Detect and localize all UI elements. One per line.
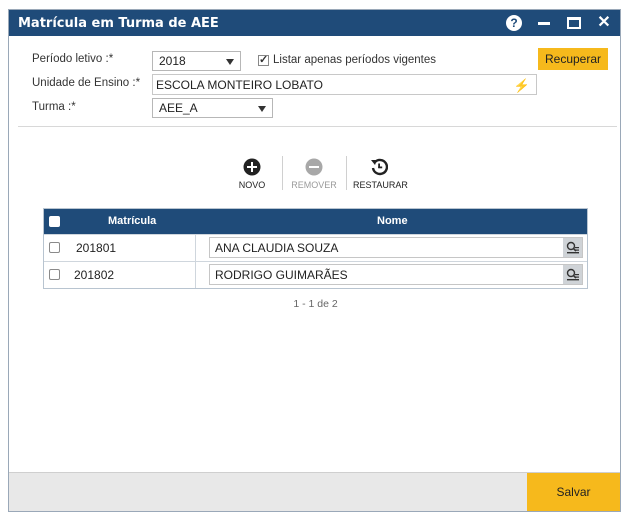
matricula-value: 201801	[76, 241, 117, 255]
toolbar-separator	[282, 156, 283, 190]
table-header: Matrícula Nome	[44, 209, 587, 234]
restore-icon	[370, 158, 388, 176]
window-title: Matrícula em Turma de AEE	[18, 16, 219, 31]
turma-label: Turma :*	[32, 101, 76, 113]
maximize-icon[interactable]	[564, 13, 584, 33]
salvar-button[interactable]: Salvar	[527, 473, 620, 511]
row-checkbox[interactable]	[49, 269, 60, 280]
listar-checkbox[interactable]	[258, 53, 269, 66]
periodo-value: 2018	[159, 54, 186, 68]
chevron-down-icon	[258, 106, 266, 112]
close-icon[interactable]: ✕	[594, 13, 614, 33]
lightning-icon[interactable]: ⚡	[514, 78, 530, 94]
remover-button[interactable]: REMOVER	[288, 158, 340, 190]
toolbar-separator	[346, 156, 347, 190]
nome-value: RODRIGO GUIMARÃES	[215, 268, 348, 282]
students-table: Matrícula Nome 201801 ANA CLAUDIA SOUZA …	[43, 208, 588, 289]
matricula-cell: 201802	[66, 262, 196, 288]
select-all-checkbox[interactable]	[49, 216, 60, 227]
unidade-label: Unidade de Ensino :*	[32, 77, 141, 89]
table-row: 201802 RODRIGO GUIMARÃES	[44, 261, 587, 288]
row-checkbox[interactable]	[49, 242, 60, 253]
matricula-value: 201802	[74, 268, 115, 282]
help-glyph: ?	[506, 15, 522, 31]
plus-circle-icon	[243, 158, 261, 176]
pagination-info: 1 - 1 de 2	[293, 298, 338, 310]
table-row: 201801 ANA CLAUDIA SOUZA	[44, 234, 587, 261]
minimize-icon[interactable]	[534, 13, 554, 33]
restaurar-label: RESTAURAR	[353, 180, 408, 190]
nome-field[interactable]: RODRIGO GUIMARÃES	[209, 264, 583, 285]
restaurar-button[interactable]: RESTAURAR	[353, 158, 408, 190]
divider	[18, 126, 617, 127]
header-matricula: Matrícula	[108, 215, 157, 227]
help-icon[interactable]: ?	[504, 13, 524, 33]
title-bar: Matrícula em Turma de AEE ? ✕	[9, 10, 620, 36]
dialog-window: Matrícula em Turma de AEE ? ✕ Período le…	[8, 9, 621, 512]
listar-label: Listar apenas períodos vigentes	[273, 54, 437, 66]
novo-button[interactable]: NOVO	[226, 158, 278, 190]
minus-circle-icon	[305, 158, 323, 176]
nome-value: ANA CLAUDIA SOUZA	[215, 241, 339, 255]
search-list-icon[interactable]	[563, 265, 582, 284]
periodo-select[interactable]: 2018	[152, 51, 241, 71]
header-nome: Nome	[377, 215, 408, 227]
novo-label: NOVO	[238, 180, 266, 190]
turma-value: AEE_A	[159, 101, 198, 115]
turma-select[interactable]: AEE_A	[152, 98, 273, 118]
unidade-value: ESCOLA MONTEIRO LOBATO	[156, 78, 323, 92]
unidade-input[interactable]: ESCOLA MONTEIRO LOBATO ⚡	[152, 74, 537, 95]
recuperar-button[interactable]: Recuperar	[538, 48, 608, 70]
matricula-cell: 201801	[66, 235, 196, 261]
search-list-icon[interactable]	[563, 238, 582, 257]
footer-bar: Salvar	[9, 472, 620, 511]
chevron-down-icon	[226, 59, 234, 65]
periodo-label: Período letivo :*	[32, 53, 114, 65]
nome-field[interactable]: ANA CLAUDIA SOUZA	[209, 237, 583, 258]
remover-label: REMOVER	[291, 180, 337, 190]
